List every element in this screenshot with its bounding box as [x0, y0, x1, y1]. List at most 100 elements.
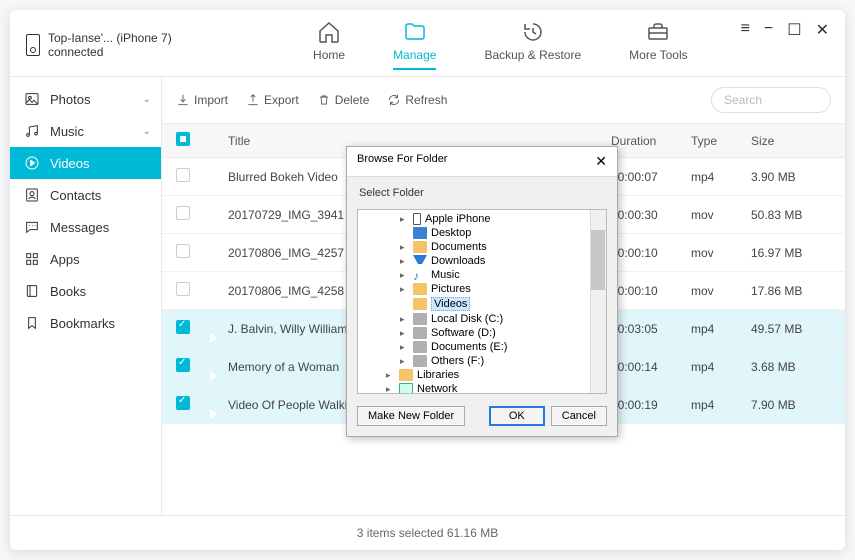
- device-name: Top-Ianse'... (iPhone 7): [48, 31, 172, 45]
- row-type: mp4: [691, 360, 751, 374]
- device-info: Top-Ianse'... (iPhone 7) connected: [26, 31, 172, 59]
- minimize-button[interactable]: −: [764, 20, 773, 40]
- tree-item[interactable]: Desktop: [358, 226, 606, 240]
- close-button[interactable]: ✕: [816, 20, 829, 40]
- export-icon: [246, 93, 260, 107]
- top-nav: Home Manage Backup & Restore More Tools: [313, 20, 688, 70]
- drive-icon: [413, 355, 427, 367]
- folder-icon: [413, 283, 427, 295]
- row-size: 50.83 MB: [751, 208, 831, 222]
- tree-item[interactable]: ▸Network: [358, 382, 606, 394]
- row-checkbox[interactable]: [176, 358, 190, 372]
- import-icon: [176, 93, 190, 107]
- sidebar-bookmarks[interactable]: Bookmarks: [10, 307, 161, 339]
- dialog-buttons: Make New Folder OK Cancel: [347, 398, 617, 436]
- tree-item[interactable]: ▸ Documents (E:): [358, 340, 606, 354]
- expand-icon[interactable]: ▸: [386, 384, 395, 395]
- row-duration: 00:00:10: [611, 284, 691, 298]
- row-type: mov: [691, 208, 751, 222]
- tree-label: Music: [431, 269, 460, 281]
- tree-label: Pictures: [431, 283, 471, 295]
- refresh-button[interactable]: Refresh: [387, 93, 447, 107]
- row-checkbox[interactable]: [176, 282, 190, 296]
- row-type: mp4: [691, 170, 751, 184]
- cancel-button[interactable]: Cancel: [551, 406, 607, 426]
- trash-icon: [317, 93, 331, 107]
- row-checkbox[interactable]: [176, 206, 190, 220]
- expand-icon[interactable]: ▸: [400, 284, 409, 295]
- sidebar-photos[interactable]: Photos⌄: [10, 83, 161, 115]
- folder-icon: [403, 20, 427, 44]
- home-icon: [317, 20, 341, 44]
- tree-item[interactable]: ▸Apple iPhone: [358, 212, 606, 226]
- tree-item[interactable]: ▸ Local Disk (C:): [358, 312, 606, 326]
- ok-button[interactable]: OK: [489, 406, 545, 426]
- tree-item[interactable]: ▸ Libraries: [358, 368, 606, 382]
- phone-icon: [413, 213, 421, 225]
- nav-manage[interactable]: Manage: [393, 20, 436, 70]
- nav-tools[interactable]: More Tools: [629, 20, 687, 70]
- folder-icon: [413, 241, 427, 253]
- tree-label: Desktop: [431, 227, 471, 239]
- expand-icon[interactable]: ▸: [400, 242, 409, 253]
- tree-item[interactable]: ▸♪Music: [358, 268, 606, 282]
- tree-label: Documents (E:): [431, 341, 507, 353]
- videos-icon: [24, 155, 40, 171]
- delete-button[interactable]: Delete: [317, 93, 370, 107]
- nav-home[interactable]: Home: [313, 20, 345, 70]
- sidebar-books[interactable]: Books: [10, 275, 161, 307]
- sidebar-apps[interactable]: Apps: [10, 243, 161, 275]
- import-button[interactable]: Import: [176, 93, 228, 107]
- dialog-close-button[interactable]: ✕: [595, 153, 607, 170]
- expand-icon[interactable]: ▸: [400, 214, 409, 225]
- apps-icon: [24, 251, 40, 267]
- row-checkbox[interactable]: [176, 168, 190, 182]
- expand-icon[interactable]: ▸: [400, 342, 409, 353]
- folder-icon: [413, 298, 427, 310]
- tree-item[interactable]: Videos: [358, 296, 606, 312]
- restore-icon: [521, 20, 545, 44]
- row-type: mp4: [691, 322, 751, 336]
- drive-icon: [413, 341, 427, 353]
- row-duration: 00:00:14: [611, 360, 691, 374]
- menu-icon[interactable]: ≡: [741, 20, 750, 40]
- expand-icon[interactable]: ▸: [400, 328, 409, 339]
- row-checkbox[interactable]: [176, 320, 190, 334]
- expand-icon[interactable]: ▸: [400, 270, 409, 281]
- row-checkbox[interactable]: [176, 244, 190, 258]
- tree-item[interactable]: ▸Software (D:): [358, 326, 606, 340]
- sidebar-contacts[interactable]: Contacts: [10, 179, 161, 211]
- tree-scrollbar[interactable]: [590, 210, 606, 393]
- browse-folder-dialog: Browse For Folder ✕ Select Folder ▸Apple…: [346, 146, 618, 437]
- nav-backup[interactable]: Backup & Restore: [484, 20, 581, 70]
- tree-item[interactable]: ▸Downloads: [358, 254, 606, 268]
- make-new-folder-button[interactable]: Make New Folder: [357, 406, 465, 426]
- tree-label: Local Disk (C:): [431, 313, 503, 325]
- tree-scroll-thumb[interactable]: [591, 230, 605, 290]
- tree-label: Videos: [431, 297, 470, 311]
- sidebar-videos[interactable]: Videos: [10, 147, 161, 179]
- sidebar-music[interactable]: Music⌄: [10, 115, 161, 147]
- col-size[interactable]: Size: [751, 134, 831, 148]
- expand-icon[interactable]: ▸: [400, 256, 409, 267]
- expand-icon[interactable]: ▸: [400, 356, 409, 367]
- folder-icon: [399, 369, 413, 381]
- tree-label: Libraries: [417, 369, 459, 381]
- tree-item[interactable]: ▸ Pictures: [358, 282, 606, 296]
- row-duration: 00:00:10: [611, 246, 691, 260]
- toolbar: Import Export Delete Refresh Search: [162, 77, 845, 124]
- export-button[interactable]: Export: [246, 93, 299, 107]
- col-duration[interactable]: Duration: [611, 134, 691, 148]
- dialog-title: Browse For Folder: [357, 153, 447, 170]
- expand-icon[interactable]: ▸: [400, 314, 409, 325]
- expand-icon[interactable]: ▸: [386, 370, 395, 381]
- tree-item[interactable]: ▸Documents: [358, 240, 606, 254]
- row-checkbox[interactable]: [176, 396, 190, 410]
- select-all-checkbox[interactable]: [176, 132, 190, 146]
- search-input[interactable]: Search: [711, 87, 831, 113]
- col-type[interactable]: Type: [691, 134, 751, 148]
- maximize-button[interactable]: ☐: [787, 20, 801, 40]
- tree-item[interactable]: ▸Others (F:): [358, 354, 606, 368]
- folder-tree[interactable]: ▸Apple iPhoneDesktop▸Documents▸Downloads…: [357, 209, 607, 394]
- sidebar-messages[interactable]: Messages: [10, 211, 161, 243]
